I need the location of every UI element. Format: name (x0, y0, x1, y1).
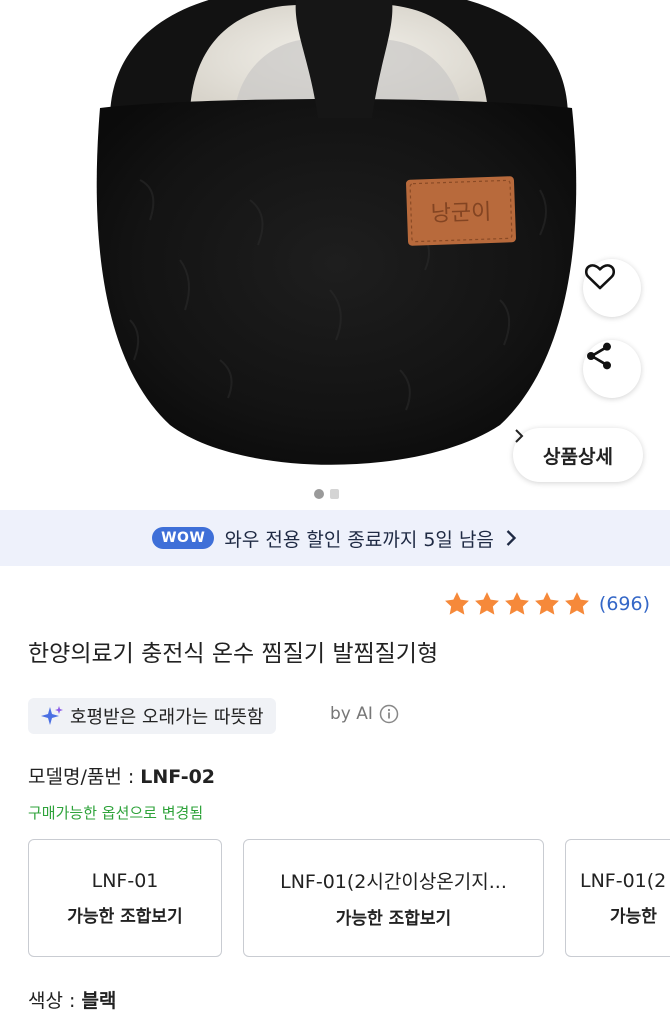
info-icon (379, 704, 399, 724)
color-value: 블랙 (81, 990, 117, 1012)
chevron-right-icon (506, 530, 517, 546)
star-icon (445, 592, 469, 615)
ai-summary-text: 호평받은 오래가는 따뜻함 (70, 707, 264, 728)
star-icon (475, 592, 499, 615)
wow-discount-banner[interactable]: WOW 와우 전용 할인 종료까지 5일 남음 (0, 510, 670, 566)
star-icon (565, 592, 589, 615)
heart-icon (584, 264, 616, 290)
carousel-indicator (314, 489, 339, 499)
model-label: 모델명/품번 : (28, 766, 141, 788)
product-detail-button[interactable]: 상품상세 (513, 428, 643, 482)
share-button[interactable] (583, 340, 641, 398)
option-name: LNF-01 (91, 869, 159, 892)
rating[interactable]: (696) (443, 590, 650, 618)
review-count-link[interactable]: (696) (599, 593, 650, 615)
carousel-dot (330, 489, 339, 499)
option-list[interactable]: LNF-01 가능한 조합보기 LNF-01(2시간이상온기지... 가능한 조… (28, 838, 670, 960)
chevron-right-icon (515, 429, 524, 443)
option-name: LNF-01(2 (580, 869, 667, 892)
sparkle-icon (41, 706, 63, 725)
option-combination-link: 가능한 (610, 906, 657, 927)
star-icon (535, 592, 559, 615)
carousel-dot-active (314, 489, 324, 499)
model-number-row: 모델명/품번 : LNF-02 (28, 762, 215, 789)
product-image[interactable]: 낭군이 상품상세 (0, 0, 670, 508)
option-card[interactable]: LNF-01(2 가능한 (565, 839, 670, 957)
color-label: 색상 : (28, 990, 82, 1012)
product-title: 한양의료기 충전식 온수 찜질기 발찜질기형 (28, 641, 439, 667)
wow-badge: WOW (152, 527, 215, 549)
option-card[interactable]: LNF-01(2시간이상온기지... 가능한 조합보기 (243, 839, 544, 957)
availability-note: 구매가능한 옵션으로 변경됨 (28, 804, 204, 822)
model-value: LNF-02 (140, 766, 216, 788)
product-detail-label: 상품상세 (543, 445, 613, 468)
wow-banner-text: 와우 전용 할인 종료까지 5일 남음 (224, 528, 494, 551)
svg-text:낭군이: 낭군이 (430, 200, 492, 227)
option-name: LNF-01(2시간이상온기지... (280, 871, 507, 893)
ai-summary-chip[interactable]: 호평받은 오래가는 따뜻함 (28, 698, 276, 734)
color-row: 색상 : 블랙 (28, 986, 116, 1013)
wishlist-button[interactable] (583, 259, 641, 317)
ai-attribution[interactable]: by AI (330, 704, 399, 724)
ai-by-label: by AI (330, 704, 373, 724)
share-icon (587, 342, 611, 370)
option-card[interactable]: LNF-01 가능한 조합보기 (28, 839, 222, 957)
option-combination-link: 가능한 조합보기 (67, 906, 183, 927)
star-icon (505, 592, 529, 615)
option-combination-link: 가능한 조합보기 (335, 909, 452, 929)
